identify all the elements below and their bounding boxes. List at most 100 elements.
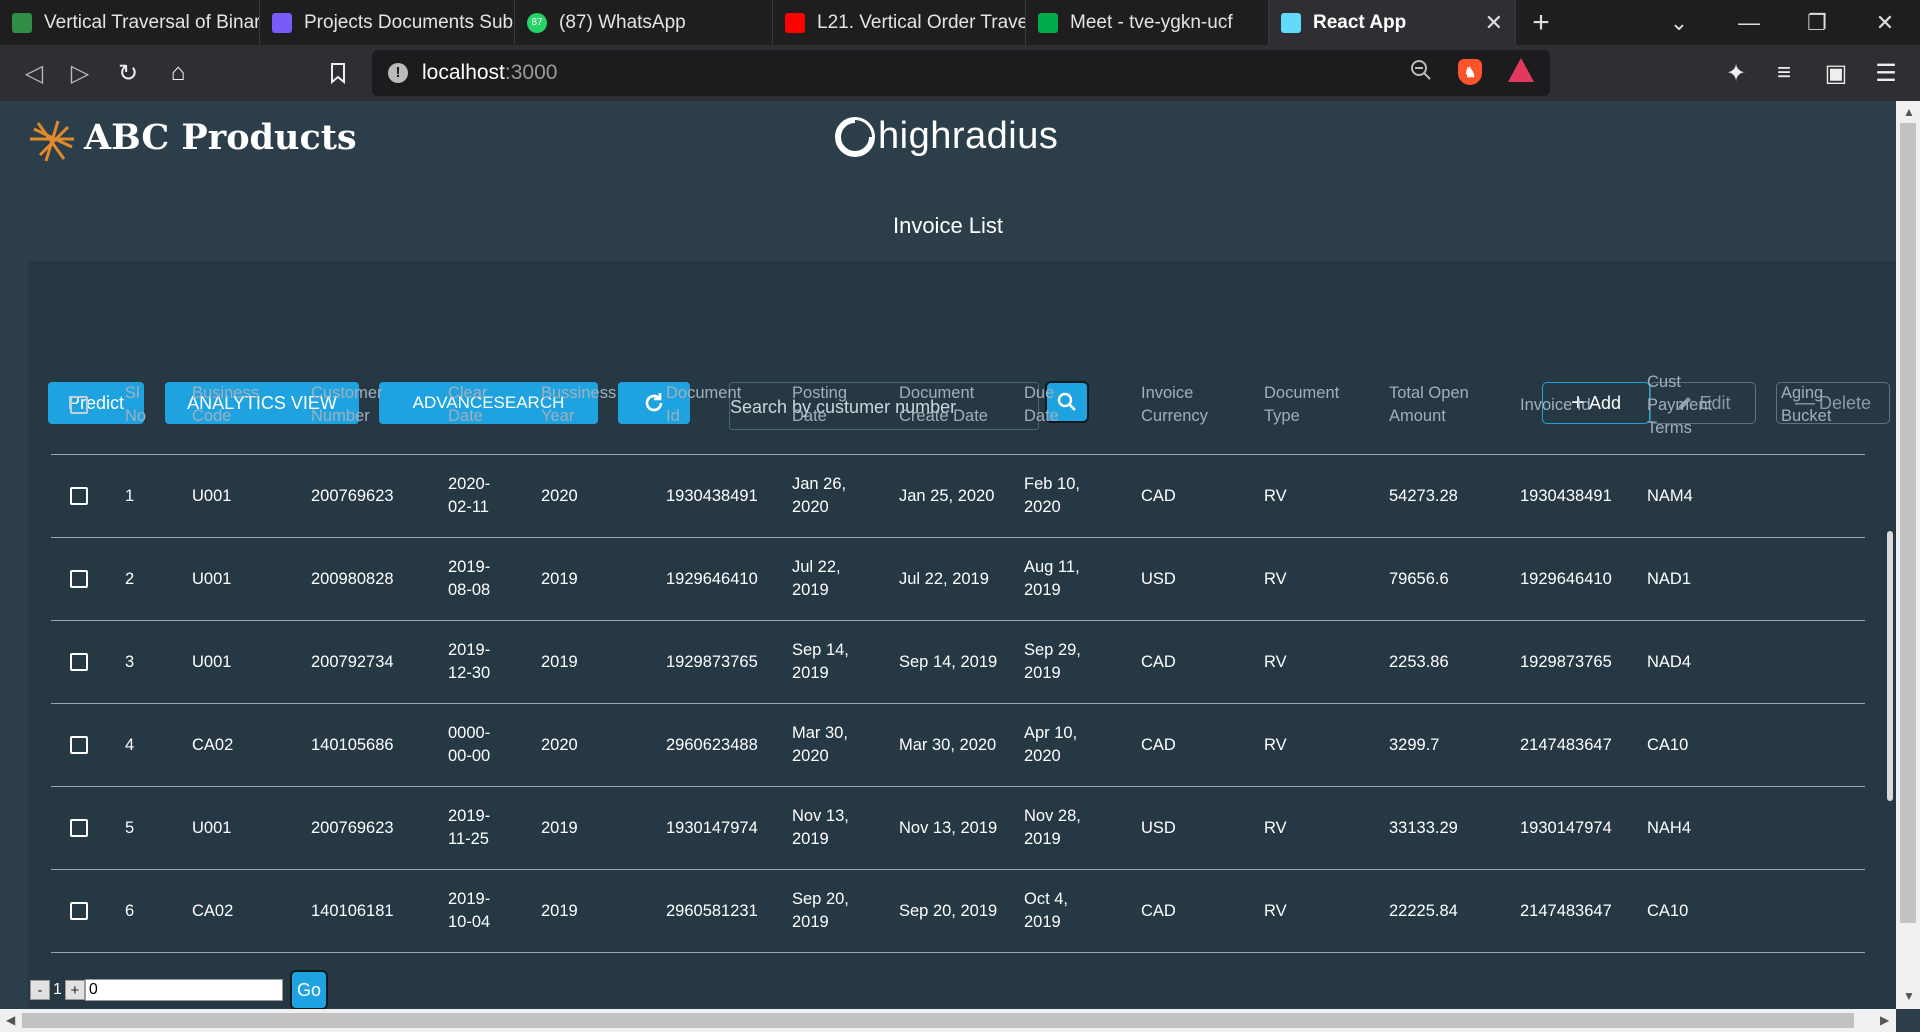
cell-text: Sep 14, 2019 [792,639,849,685]
cell-line: 02-11 [448,498,489,516]
column-header-total-open-amount[interactable]: Total Open Amount [1389,356,1469,454]
table-scrollbar-thumb[interactable] [1887,531,1893,801]
cell-line: 2020 [1024,498,1061,516]
cell-line: 2019- [448,807,491,825]
page-minus-button[interactable]: - [30,980,50,1000]
column-header-invoice-currency[interactable]: Invoice Currency [1141,356,1208,454]
cell-line: Sep 14, 2019 [899,652,998,671]
go-button[interactable]: Go [290,970,328,1009]
cell-text: Apr 10, 2020 [1024,722,1077,768]
browser-tab[interactable]: L21. Vertical Order Traver [773,0,1026,45]
cell-line: 12-30 [448,664,491,682]
cell-text: 1 [125,485,134,508]
row-checkbox[interactable] [70,570,88,588]
media-queue-icon[interactable]: ≡ [1766,55,1802,91]
cell-line: 2147483647 [1520,901,1612,920]
cell-invoice-id: 1930147974 [1520,787,1612,869]
browser-tab[interactable]: Meet - tve-ygkn-ucf [1026,0,1269,45]
column-header-document-id[interactable]: Document Id [666,356,741,454]
page-vertical-scrollbar[interactable]: ▲ ▼ [1896,101,1920,1009]
window-close-icon[interactable]: ✕ [1857,0,1913,45]
bookmark-icon[interactable] [320,55,356,91]
column-header-business-code[interactable]: Business Code [192,356,259,454]
row-checkbox[interactable] [70,653,88,671]
column-header-document-type[interactable]: Document Type [1264,356,1339,454]
page-horizontal-scrollbar[interactable]: ◀ ▶ [0,1009,1896,1032]
table-row[interactable]: 3 U001 200792734 2019- 12-30 2019 1929873765 Se… [51,621,1865,704]
menu-icon[interactable]: ☰ [1868,55,1904,91]
column-header-clear-date[interactable]: Clear Date [448,356,487,454]
browser-tab[interactable]: Projects Documents Subr [260,0,515,45]
select-all-checkbox[interactable] [70,396,88,414]
column-header-business-year[interactable]: Bussiness Year [541,356,616,454]
column-header-due-date[interactable]: Due Date [1024,356,1059,454]
extensions-icon[interactable]: ✦ [1718,55,1754,91]
column-header-aging-bucket[interactable]: Aging Bucket [1781,356,1831,454]
new-tab-button[interactable]: + [1516,0,1566,45]
column-header-cust-payment-terms[interactable]: Cust Payment Terms [1647,356,1712,454]
column-header-document-create-date[interactable]: Document Create Date [899,356,988,454]
row-checkbox[interactable] [70,902,88,920]
browser-tab[interactable]: React App ✕ [1269,0,1516,45]
page-plus-button[interactable]: + [64,980,85,1000]
column-header-posting-date[interactable]: Posting Date [792,356,847,454]
row-checkbox[interactable] [70,487,88,505]
cell-document-type: RV [1264,704,1287,786]
column-header-customer-number[interactable]: Customer Number [311,356,383,454]
tab-close-icon[interactable]: ✕ [1485,10,1503,36]
back-icon[interactable]: ◁ [16,55,52,91]
cell-line: 2253.86 [1389,652,1449,671]
wallet-icon[interactable]: ▣ [1818,55,1854,91]
column-header-invoice-id[interactable]: Invoice Id [1520,356,1591,454]
scroll-left-icon[interactable]: ◀ [6,1013,15,1027]
cell-line: Total Open [1389,384,1469,402]
column-header-sl-no[interactable]: Sl No [125,356,146,454]
restore-icon[interactable]: ❐ [1789,0,1845,45]
cell-line: Number [311,407,370,425]
cell-business-code: U001 [192,787,231,869]
cell-line: 2019 [792,913,829,931]
cell-due-date: Apr 10, 2020 [1024,704,1077,786]
cell-text: 1930438491 [666,485,758,508]
tab-search-chevron-icon[interactable]: ⌄ [1651,0,1707,45]
page-input[interactable]: 0 [84,979,283,1001]
page-horizontal-scrollbar-thumb[interactable] [22,1013,1854,1028]
table-scrollbar[interactable] [1884,509,1896,1009]
cell-text: 1930438491 [1520,485,1612,508]
home-icon[interactable]: ⌂ [160,55,196,91]
browser-tab[interactable]: 87 (87) WhatsApp [515,0,773,45]
table-row[interactable]: 4 CA02 140105686 0000- 00-00 2020 2960623488 Ma… [51,704,1865,787]
cell-line: 1929646410 [666,569,758,588]
brave-rewards-icon[interactable] [1508,58,1534,82]
table-row[interactable]: 2 U001 200980828 2019- 08-08 2019 1929646410 Ju… [51,538,1865,621]
cell-line: Sl [125,384,140,402]
reload-icon[interactable]: ↻ [110,55,146,91]
row-checkbox[interactable] [70,819,88,837]
forward-icon[interactable]: ▷ [62,55,98,91]
column-header-label: Document Type [1264,382,1339,428]
cell-line: RV [1264,735,1287,754]
page-vertical-scrollbar-thumb[interactable] [1900,123,1916,923]
cell-line: CAD [1141,901,1176,920]
cell-line: NAH4 [1647,818,1692,837]
site-info-icon[interactable]: ! [388,63,408,83]
zoom-icon[interactable] [1410,59,1432,87]
table-row[interactable]: 6 CA02 140106181 2019- 10-04 2019 2960581231 Se… [51,870,1865,953]
scroll-up-icon[interactable]: ▲ [1903,105,1915,119]
scroll-right-icon[interactable]: ▶ [1880,1013,1889,1027]
cell-text: Feb 10, 2020 [1024,473,1080,519]
scroll-down-icon[interactable]: ▼ [1903,989,1915,1003]
cell-text: 1929873765 [666,651,758,674]
cell-line: 2020 [541,486,578,505]
cell-document-id: 1929646410 [666,538,758,620]
minimize-icon[interactable]: — [1721,0,1777,45]
cell-line: 3299.7 [1389,735,1440,754]
table-row[interactable]: 1 U001 200769623 2020- 02-11 2020 1930438491 Ja… [51,455,1865,538]
brave-shields-icon[interactable]: ♞ [1458,59,1482,85]
table-row[interactable]: 5 U001 200769623 2019- 11-25 2019 1930147974 No… [51,787,1865,870]
browser-tab[interactable]: Vertical Traversal of Binar [0,0,260,45]
row-checkbox[interactable] [70,736,88,754]
cell-text: NAD1 [1647,568,1691,591]
cell-line: 00-00 [448,747,491,765]
address-bar[interactable]: ! localhost:3000 ♞ [372,50,1550,96]
